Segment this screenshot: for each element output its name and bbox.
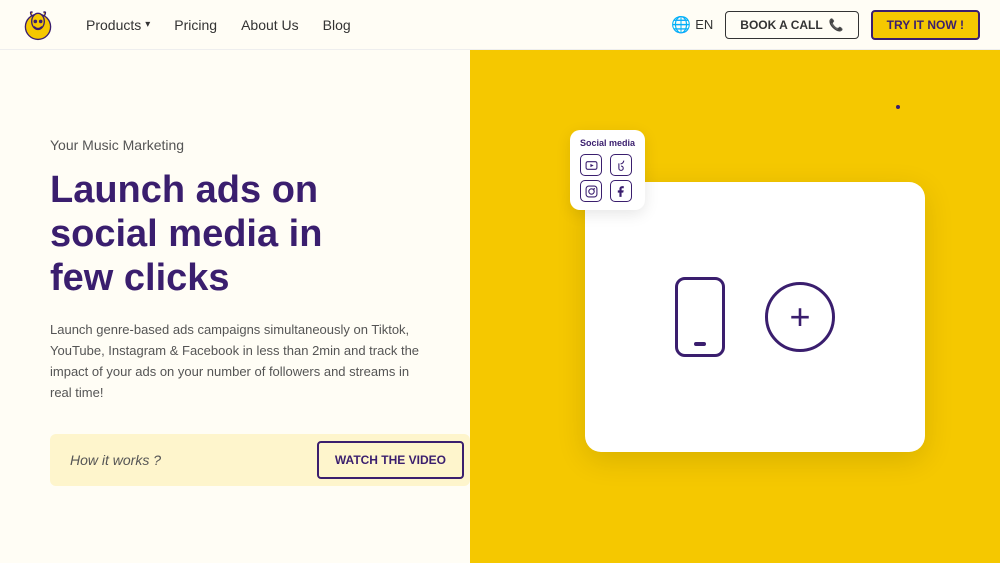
globe-icon: 🌐: [671, 15, 691, 35]
hero-heading-line2: few clicks: [50, 257, 230, 299]
card-content: +: [675, 277, 835, 357]
nav-pricing-link[interactable]: Pricing: [174, 17, 217, 33]
header: Products ▾ Pricing About Us Blog 🌐 EN BO…: [0, 0, 1000, 50]
watch-video-button[interactable]: WATCH THE VIDEO: [317, 441, 464, 479]
youtube-icon: [580, 154, 602, 176]
header-right: 🌐 EN BOOK A CALL 📞 TRY IT NOW !: [671, 10, 980, 40]
nav-blog-link[interactable]: Blog: [323, 17, 351, 33]
lang-selector[interactable]: 🌐 EN: [671, 15, 713, 35]
social-card-title: Social media: [580, 138, 635, 148]
instagram-icon: [580, 180, 602, 202]
dot-decoration: [896, 105, 900, 109]
main-layout: Your Music Marketing Launch ads on socia…: [0, 50, 1000, 563]
book-call-label: BOOK A CALL: [740, 18, 822, 32]
logo-area: [20, 7, 56, 43]
book-call-button[interactable]: BOOK A CALL 📞: [725, 11, 858, 39]
nav-products[interactable]: Products ▾: [86, 17, 150, 33]
nav-about-link[interactable]: About Us: [241, 17, 299, 33]
add-content-icon: +: [765, 282, 835, 352]
try-now-label: TRY IT NOW !: [887, 18, 964, 32]
main-preview-card: +: [585, 182, 925, 452]
try-now-button[interactable]: TRY IT NOW !: [871, 10, 980, 40]
tiktok-icon: [610, 154, 632, 176]
hero-description: Launch genre-based ads campaigns simulta…: [50, 320, 430, 403]
social-media-card-small: Social media: [570, 130, 645, 210]
social-icons-grid: [580, 154, 635, 202]
cta-text: How it works ?: [50, 452, 311, 468]
logo-icon: [20, 7, 56, 43]
hero-heading-line1: Launch ads on social media in: [50, 169, 322, 255]
chevron-down-icon: ▾: [145, 19, 150, 30]
right-panel: Social media: [470, 50, 1000, 563]
facebook-icon: [610, 180, 632, 202]
watch-video-label: WATCH THE VIDEO: [335, 453, 446, 467]
hero-subtitle: Your Music Marketing: [50, 137, 430, 153]
phone-shape-icon: [675, 277, 725, 357]
header-left: Products ▾ Pricing About Us Blog: [20, 7, 351, 43]
nav-products-link[interactable]: Products: [86, 17, 141, 33]
lang-label: EN: [695, 17, 713, 32]
main-nav: Products ▾ Pricing About Us Blog: [86, 17, 351, 33]
phone-icon-small: 📞: [829, 18, 844, 32]
left-panel: Your Music Marketing Launch ads on socia…: [0, 50, 470, 563]
hero-heading: Launch ads on social media in few clicks: [50, 169, 430, 300]
cta-bar: How it works ? WATCH THE VIDEO: [50, 434, 470, 486]
